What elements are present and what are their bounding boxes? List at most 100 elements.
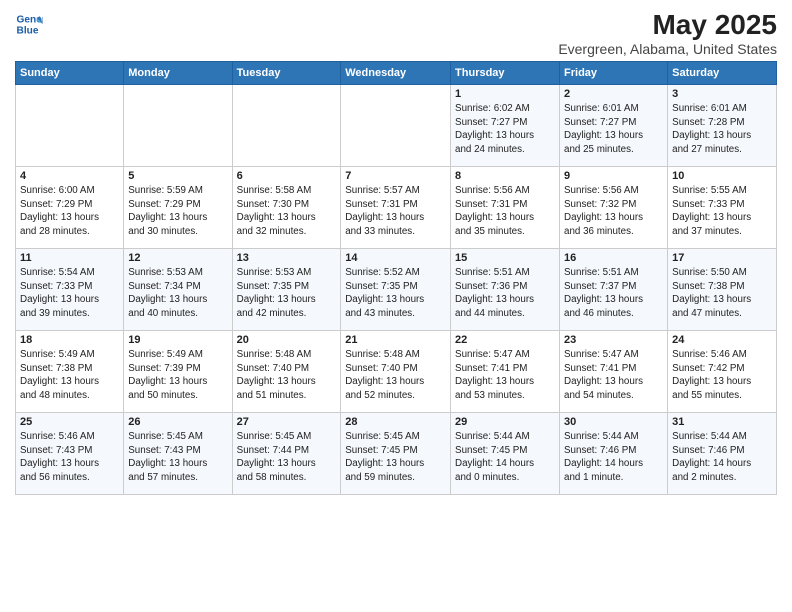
- day-number: 18: [20, 334, 119, 346]
- day-number: 12: [128, 252, 227, 264]
- header-monday: Monday: [124, 61, 232, 84]
- day-number: 23: [564, 334, 663, 346]
- calendar-cell: 19 Sunrise: 5:49 AM Sunset: 7:39 PM Dayli…: [124, 330, 232, 412]
- week-row-1: 1 Sunrise: 6:02 AM Sunset: 7:27 PM Daylig…: [16, 84, 777, 166]
- calendar-cell: 13 Sunrise: 5:53 AM Sunset: 7:35 PM Dayli…: [232, 248, 341, 330]
- calendar-table: Sunday Monday Tuesday Wednesday Thursday…: [15, 61, 777, 495]
- calendar-cell: [124, 84, 232, 166]
- day-info: Sunrise: 5:46 AM Sunset: 7:42 PM Dayligh…: [672, 348, 772, 403]
- day-info: Sunrise: 5:45 AM Sunset: 7:43 PM Dayligh…: [128, 430, 227, 485]
- day-info: Sunrise: 5:49 AM Sunset: 7:38 PM Dayligh…: [20, 348, 119, 403]
- day-number: 10: [672, 170, 772, 182]
- day-number: 3: [672, 88, 772, 100]
- calendar-cell: 2 Sunrise: 6:01 AM Sunset: 7:27 PM Daylig…: [560, 84, 668, 166]
- day-info: Sunrise: 6:01 AM Sunset: 7:27 PM Dayligh…: [564, 102, 663, 157]
- day-number: 17: [672, 252, 772, 264]
- day-number: 5: [128, 170, 227, 182]
- calendar-cell: 8 Sunrise: 5:56 AM Sunset: 7:31 PM Daylig…: [451, 166, 560, 248]
- day-info: Sunrise: 5:50 AM Sunset: 7:38 PM Dayligh…: [672, 266, 772, 321]
- day-number: 29: [455, 416, 555, 428]
- day-info: Sunrise: 6:00 AM Sunset: 7:29 PM Dayligh…: [20, 184, 119, 239]
- day-number: 9: [564, 170, 663, 182]
- week-row-5: 25Sunrise: 5:46 AM Sunset: 7:43 PM Dayli…: [16, 412, 777, 494]
- day-number: 22: [455, 334, 555, 346]
- day-number: 28: [345, 416, 446, 428]
- day-number: 8: [455, 170, 555, 182]
- day-info: Sunrise: 5:56 AM Sunset: 7:32 PM Dayligh…: [564, 184, 663, 239]
- day-info: Sunrise: 5:45 AM Sunset: 7:44 PM Dayligh…: [237, 430, 337, 485]
- calendar-cell: 15Sunrise: 5:51 AM Sunset: 7:36 PM Dayli…: [451, 248, 560, 330]
- day-info: Sunrise: 6:01 AM Sunset: 7:28 PM Dayligh…: [672, 102, 772, 157]
- header-sunday: Sunday: [16, 61, 124, 84]
- day-number: 2: [564, 88, 663, 100]
- logo: General Blue: [15, 10, 43, 38]
- page: General Blue May 2025 Evergreen, Alabama…: [0, 0, 792, 612]
- calendar-cell: 1 Sunrise: 6:02 AM Sunset: 7:27 PM Daylig…: [451, 84, 560, 166]
- day-number: 4: [20, 170, 119, 182]
- header-friday: Friday: [560, 61, 668, 84]
- day-info: Sunrise: 5:49 AM Sunset: 7:39 PM Dayligh…: [128, 348, 227, 403]
- day-number: 19: [128, 334, 227, 346]
- day-number: 7: [345, 170, 446, 182]
- day-number: 6: [237, 170, 337, 182]
- day-info: Sunrise: 5:56 AM Sunset: 7:31 PM Dayligh…: [455, 184, 555, 239]
- header-saturday: Saturday: [668, 61, 777, 84]
- day-info: Sunrise: 5:47 AM Sunset: 7:41 PM Dayligh…: [455, 348, 555, 403]
- day-number: 11: [20, 252, 119, 264]
- day-info: Sunrise: 6:02 AM Sunset: 7:27 PM Dayligh…: [455, 102, 555, 157]
- calendar-cell: 20 Sunrise: 5:48 AM Sunset: 7:40 PM Dayli…: [232, 330, 341, 412]
- day-info: Sunrise: 5:44 AM Sunset: 7:46 PM Dayligh…: [564, 430, 663, 485]
- header: General Blue May 2025 Evergreen, Alabama…: [15, 10, 777, 57]
- day-number: 20: [237, 334, 337, 346]
- day-info: Sunrise: 5:44 AM Sunset: 7:45 PM Dayligh…: [455, 430, 555, 485]
- day-number: 27: [237, 416, 337, 428]
- day-info: Sunrise: 5:48 AM Sunset: 7:40 PM Dayligh…: [237, 348, 337, 403]
- calendar-cell: 12Sunrise: 5:53 AM Sunset: 7:34 PM Dayli…: [124, 248, 232, 330]
- header-tuesday: Tuesday: [232, 61, 341, 84]
- calendar-cell: 11 Sunrise: 5:54 AM Sunset: 7:33 PM Dayli…: [16, 248, 124, 330]
- calendar-cell: 23 Sunrise: 5:47 AM Sunset: 7:41 PM Dayli…: [560, 330, 668, 412]
- subtitle: Evergreen, Alabama, United States: [558, 41, 777, 57]
- day-number: 13: [237, 252, 337, 264]
- day-info: Sunrise: 5:55 AM Sunset: 7:33 PM Dayligh…: [672, 184, 772, 239]
- day-number: 14: [345, 252, 446, 264]
- day-number: 16: [564, 252, 663, 264]
- day-info: Sunrise: 5:45 AM Sunset: 7:45 PM Dayligh…: [345, 430, 446, 485]
- day-info: Sunrise: 5:48 AM Sunset: 7:40 PM Dayligh…: [345, 348, 446, 403]
- calendar-body: 1 Sunrise: 6:02 AM Sunset: 7:27 PM Daylig…: [16, 84, 777, 494]
- week-row-3: 11 Sunrise: 5:54 AM Sunset: 7:33 PM Dayli…: [16, 248, 777, 330]
- calendar-cell: [16, 84, 124, 166]
- calendar-cell: 6 Sunrise: 5:58 AM Sunset: 7:30 PM Daylig…: [232, 166, 341, 248]
- day-info: Sunrise: 5:51 AM Sunset: 7:37 PM Dayligh…: [564, 266, 663, 321]
- svg-text:Blue: Blue: [17, 25, 39, 36]
- day-info: Sunrise: 5:44 AM Sunset: 7:46 PM Dayligh…: [672, 430, 772, 485]
- calendar-cell: 28 Sunrise: 5:45 AM Sunset: 7:45 PM Dayli…: [341, 412, 451, 494]
- calendar-cell: [341, 84, 451, 166]
- calendar-cell: [232, 84, 341, 166]
- day-info: Sunrise: 5:46 AM Sunset: 7:43 PM Dayligh…: [20, 430, 119, 485]
- calendar-cell: 17 Sunrise: 5:50 AM Sunset: 7:38 PM Dayli…: [668, 248, 777, 330]
- day-number: 1: [455, 88, 555, 100]
- day-info: Sunrise: 5:53 AM Sunset: 7:35 PM Dayligh…: [237, 266, 337, 321]
- day-info: Sunrise: 5:59 AM Sunset: 7:29 PM Dayligh…: [128, 184, 227, 239]
- calendar-cell: 9 Sunrise: 5:56 AM Sunset: 7:32 PM Daylig…: [560, 166, 668, 248]
- main-title: May 2025: [558, 10, 777, 41]
- title-block: May 2025 Evergreen, Alabama, United Stat…: [558, 10, 777, 57]
- calendar-header: Sunday Monday Tuesday Wednesday Thursday…: [16, 61, 777, 84]
- day-number: 24: [672, 334, 772, 346]
- day-info: Sunrise: 5:58 AM Sunset: 7:30 PM Dayligh…: [237, 184, 337, 239]
- calendar-cell: 24 Sunrise: 5:46 AM Sunset: 7:42 PM Dayli…: [668, 330, 777, 412]
- week-row-4: 18 Sunrise: 5:49 AM Sunset: 7:38 PM Dayli…: [16, 330, 777, 412]
- calendar-cell: 7 Sunrise: 5:57 AM Sunset: 7:31 PM Daylig…: [341, 166, 451, 248]
- calendar-cell: 4 Sunrise: 6:00 AM Sunset: 7:29 PM Daylig…: [16, 166, 124, 248]
- day-info: Sunrise: 5:47 AM Sunset: 7:41 PM Dayligh…: [564, 348, 663, 403]
- day-number: 15: [455, 252, 555, 264]
- day-info: Sunrise: 5:54 AM Sunset: 7:33 PM Dayligh…: [20, 266, 119, 321]
- header-row: Sunday Monday Tuesday Wednesday Thursday…: [16, 61, 777, 84]
- day-number: 26: [128, 416, 227, 428]
- day-info: Sunrise: 5:57 AM Sunset: 7:31 PM Dayligh…: [345, 184, 446, 239]
- day-number: 21: [345, 334, 446, 346]
- calendar-cell: 21 Sunrise: 5:48 AM Sunset: 7:40 PM Dayli…: [341, 330, 451, 412]
- calendar-cell: 3 Sunrise: 6:01 AM Sunset: 7:28 PM Daylig…: [668, 84, 777, 166]
- calendar-cell: 31Sunrise: 5:44 AM Sunset: 7:46 PM Dayli…: [668, 412, 777, 494]
